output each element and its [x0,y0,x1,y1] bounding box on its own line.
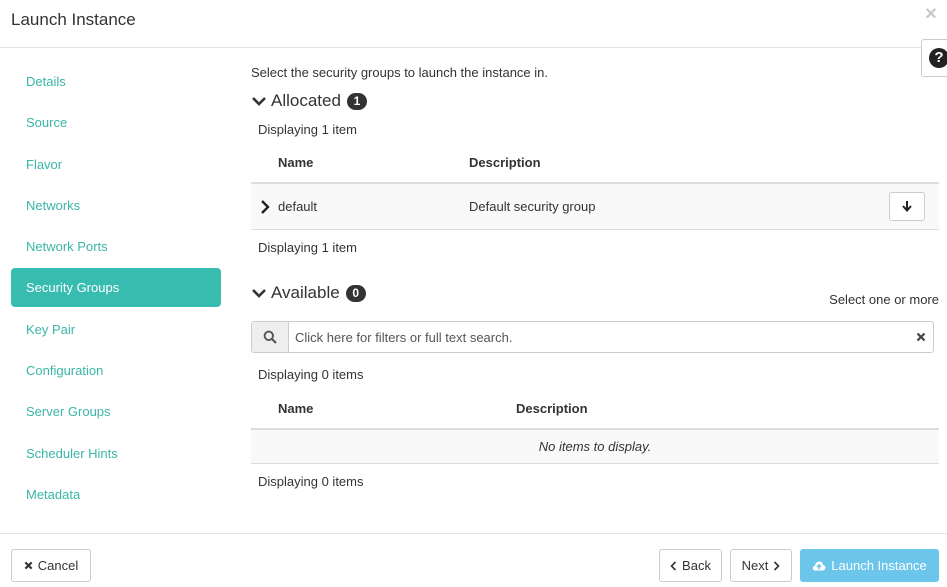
available-count-top: Displaying 0 items [258,367,364,382]
allocated-count-top: Displaying 1 item [258,122,357,137]
empty-message: No items to display. [251,429,939,464]
nav-item-flavor[interactable]: Flavor [11,145,221,184]
modal-footer: Cancel Back Next Launch Instance [0,533,947,587]
column-header-name[interactable]: Name [278,143,469,184]
modal-header: Launch Instance × [0,0,947,48]
chevron-down-icon [252,289,266,298]
allocated-title: Allocated [271,91,341,110]
chevron-right-icon[interactable] [257,199,273,215]
allocated-table: Name Description default Default securit… [251,143,939,230]
close-icon[interactable]: × [923,4,939,24]
column-header-description[interactable]: Description [469,143,889,184]
column-header-name[interactable]: Name [278,389,516,430]
available-toggle[interactable]: Available 0 [251,282,366,304]
chevron-down-icon [252,97,266,106]
chevron-right-icon [773,560,780,571]
intro-text: Select the security groups to launch the… [251,65,549,80]
clear-glyph [916,332,926,342]
available-table: Name Description No items to display. [251,389,939,464]
search-bar [251,321,934,353]
launch-label: Launch Instance [831,558,927,573]
modal-title: Launch Instance [11,10,136,29]
allocated-count-badge: 1 [346,92,367,110]
cloud-upload-icon [812,560,826,572]
wizard-nav: Details Source Flavor Networks Network P… [11,62,221,516]
nav-item-key-pair[interactable]: Key Pair [11,310,221,349]
cancel-button[interactable]: Cancel [11,549,91,582]
available-count-bottom: Displaying 0 items [258,474,364,489]
expander-cell [251,183,278,230]
select-hint: Select one or more [829,292,939,307]
row-name: default [278,183,469,230]
next-button[interactable]: Next [730,549,792,582]
expander-column [251,389,278,430]
row-description: Default security group [469,183,889,230]
action-cell [889,183,939,230]
nav-item-security-groups[interactable]: Security Groups [11,268,221,308]
back-button[interactable]: Back [659,549,722,582]
available-title: Available [271,283,340,302]
launch-instance-button[interactable]: Launch Instance [800,549,939,582]
column-header-description[interactable]: Description [516,389,939,430]
table-row: default Default security group [251,183,939,230]
times-icon [24,561,33,570]
clear-icon[interactable] [909,322,933,352]
available-count-badge: 0 [345,284,366,302]
chevron-left-icon [670,560,677,571]
question-circle-icon: ? [929,48,947,68]
action-column [889,143,939,184]
help-button[interactable]: ? [921,39,947,77]
back-label: Back [682,558,711,573]
allocated-count-bottom: Displaying 1 item [258,240,357,255]
nav-item-details[interactable]: Details [11,62,221,101]
arrow-down-icon [902,201,912,213]
nav-item-scheduler-hints[interactable]: Scheduler Hints [11,434,221,473]
nav-item-metadata[interactable]: Metadata [11,475,221,514]
search-input[interactable] [289,322,909,352]
nav-item-configuration[interactable]: Configuration [11,351,221,390]
nav-item-network-ports[interactable]: Network Ports [11,227,221,266]
search-addon [252,322,289,352]
nav-item-server-groups[interactable]: Server Groups [11,392,221,431]
empty-row: No items to display. [251,429,939,464]
expander-column [251,143,278,184]
next-label: Next [741,558,769,573]
launch-instance-modal: Launch Instance × ? Details Source Flavo… [0,0,947,587]
cancel-label: Cancel [37,558,79,573]
allocated-toggle[interactable]: Allocated 1 [251,90,367,112]
nav-item-source[interactable]: Source [11,103,221,142]
nav-item-networks[interactable]: Networks [11,186,221,225]
search-icon [263,330,277,344]
deallocate-button[interactable] [889,191,925,221]
